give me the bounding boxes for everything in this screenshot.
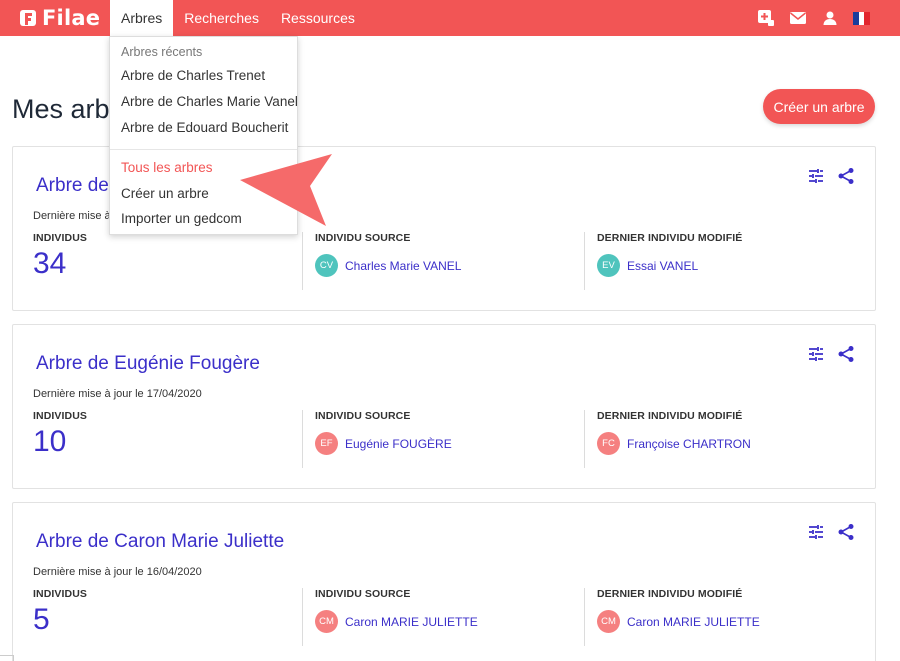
individus-count: 5 bbox=[33, 603, 50, 636]
recent-trees-heading: Arbres récents bbox=[121, 45, 203, 59]
stat-individus: INDIVIDUS 10 bbox=[33, 410, 303, 468]
modified-person[interactable]: FC Françoise CHARTRON bbox=[597, 432, 857, 455]
tree-title[interactable]: Arbre de Caron Marie Juliette bbox=[36, 531, 284, 553]
stat-individus: INDIVIDUS 5 bbox=[33, 588, 303, 646]
menu-item-all-trees[interactable]: Tous les arbres bbox=[121, 160, 213, 175]
person-name[interactable]: Françoise CHARTRON bbox=[627, 437, 751, 451]
individus-count: 10 bbox=[33, 425, 67, 458]
stat-label: INDIVIDU SOURCE bbox=[315, 232, 411, 244]
share-icon[interactable] bbox=[837, 345, 855, 363]
tree-card: Arbre de Eugénie Fougère Dernière mise à… bbox=[12, 324, 876, 489]
nav-actions bbox=[757, 0, 871, 36]
avatar: FC bbox=[597, 432, 620, 455]
flag-red bbox=[864, 11, 871, 25]
nav-recherches[interactable]: Recherches bbox=[173, 0, 270, 36]
mail-icon[interactable] bbox=[789, 9, 807, 27]
modified-person[interactable]: EV Essai VANEL bbox=[597, 254, 857, 277]
tree-last-update: Dernière mise à jour le 16/04/2020 bbox=[33, 566, 202, 578]
stat-individus: INDIVIDUS 34 bbox=[33, 232, 303, 290]
card-actions bbox=[807, 345, 855, 363]
tree-title[interactable]: Arbre de Eugénie Fougère bbox=[36, 353, 260, 375]
source-person[interactable]: CM Caron MARIE JULIETTE bbox=[315, 610, 584, 633]
stat-last-modified: DERNIER INDIVIDU MODIFIÉ CM Caron MARIE … bbox=[597, 588, 857, 646]
menu-item-recent-tree[interactable]: Arbre de Charles Marie Vanel bbox=[121, 94, 298, 109]
window-corner bbox=[0, 655, 14, 661]
filae-logo[interactable]: Filae bbox=[18, 0, 101, 36]
avatar: CV bbox=[315, 254, 338, 277]
menu-item-recent-tree[interactable]: Arbre de Charles Trenet bbox=[121, 68, 265, 83]
stat-label: DERNIER INDIVIDU MODIFIÉ bbox=[597, 410, 743, 422]
stat-last-modified: DERNIER INDIVIDU MODIFIÉ FC Françoise CH… bbox=[597, 410, 857, 468]
settings-sliders-icon[interactable] bbox=[807, 345, 825, 363]
avatar: EV bbox=[597, 254, 620, 277]
french-flag-icon[interactable] bbox=[853, 11, 871, 25]
menu-divider bbox=[110, 149, 297, 150]
settings-sliders-icon[interactable] bbox=[807, 523, 825, 541]
tree-card: Arbre de Caron Marie Juliette Dernière m… bbox=[12, 502, 876, 661]
share-icon[interactable] bbox=[837, 523, 855, 541]
person-name[interactable]: Caron MARIE JULIETTE bbox=[345, 615, 478, 629]
stat-source: INDIVIDU SOURCE CM Caron MARIE JULIETTE bbox=[315, 588, 585, 646]
person-name[interactable]: Charles Marie VANEL bbox=[345, 259, 461, 273]
card-actions bbox=[807, 167, 855, 185]
stat-label: INDIVIDUS bbox=[33, 410, 87, 422]
stat-last-modified: DERNIER INDIVIDU MODIFIÉ EV Essai VANEL bbox=[597, 232, 857, 290]
stat-source: INDIVIDU SOURCE CV Charles Marie VANEL bbox=[315, 232, 585, 290]
menu-item-import-gedcom[interactable]: Importer un gedcom bbox=[121, 211, 242, 226]
nav-ressources[interactable]: Ressources bbox=[270, 0, 366, 36]
source-person[interactable]: CV Charles Marie VANEL bbox=[315, 254, 584, 277]
brand-name: Filae bbox=[42, 6, 101, 30]
stat-source: INDIVIDU SOURCE EF Eugénie FOUGÈRE bbox=[315, 410, 585, 468]
menu-item-create-tree[interactable]: Créer un arbre bbox=[121, 186, 209, 201]
avatar: CM bbox=[315, 610, 338, 633]
individus-count: 34 bbox=[33, 247, 67, 280]
stat-label: DERNIER INDIVIDU MODIFIÉ bbox=[597, 232, 743, 244]
card-actions bbox=[807, 523, 855, 541]
stat-label: INDIVIDU SOURCE bbox=[315, 588, 411, 600]
nav-arbres[interactable]: Arbres bbox=[110, 0, 174, 36]
main-nav: Arbres Recherches Ressources bbox=[110, 0, 366, 36]
person-name[interactable]: Essai VANEL bbox=[627, 259, 698, 273]
stat-label: DERNIER INDIVIDU MODIFIÉ bbox=[597, 588, 743, 600]
avatar: CM bbox=[597, 610, 620, 633]
add-tree-icon[interactable] bbox=[757, 9, 775, 27]
settings-sliders-icon[interactable] bbox=[807, 167, 825, 185]
user-icon[interactable] bbox=[821, 9, 839, 27]
share-icon[interactable] bbox=[837, 167, 855, 185]
avatar: EF bbox=[315, 432, 338, 455]
filae-logo-icon bbox=[18, 8, 38, 28]
menu-item-recent-tree[interactable]: Arbre de Edouard Boucherit bbox=[121, 120, 288, 135]
modified-person[interactable]: CM Caron MARIE JULIETTE bbox=[597, 610, 857, 633]
pointer-arrow-icon bbox=[238, 152, 334, 233]
source-person[interactable]: EF Eugénie FOUGÈRE bbox=[315, 432, 584, 455]
person-name[interactable]: Caron MARIE JULIETTE bbox=[627, 615, 760, 629]
create-tree-button[interactable]: Créer un arbre bbox=[763, 89, 875, 124]
tree-last-update: Dernière mise à jour le 17/04/2020 bbox=[33, 388, 202, 400]
stat-label: INDIVIDU SOURCE bbox=[315, 410, 411, 422]
stat-label: INDIVIDUS bbox=[33, 588, 87, 600]
person-name[interactable]: Eugénie FOUGÈRE bbox=[345, 437, 452, 451]
top-navbar: Filae Arbres Recherches Ressources bbox=[0, 0, 900, 36]
